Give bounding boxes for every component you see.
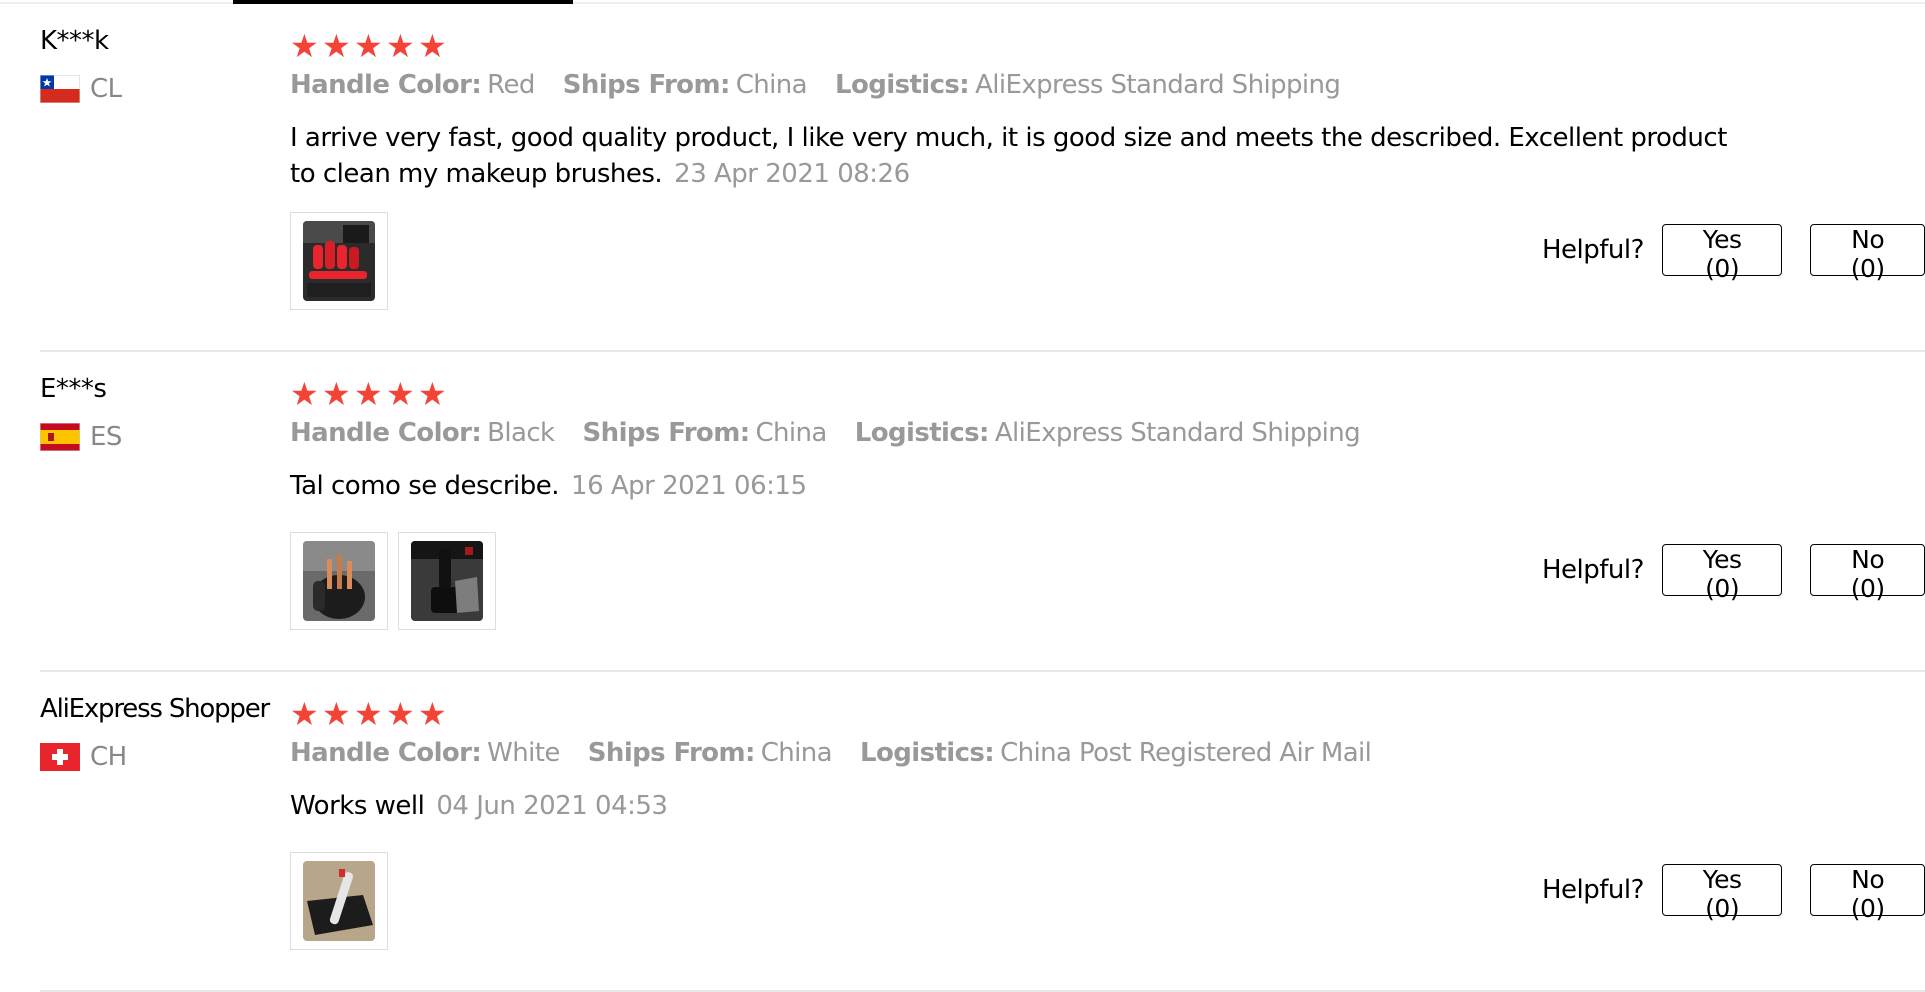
helpful-label: Helpful? [1542,555,1644,585]
star-icon: ★ [386,695,415,733]
helpful-label: Helpful? [1542,875,1644,905]
star-icon: ★ [418,27,447,65]
logistics-prop: Logistics: China Post Registered Air Mail [860,738,1372,768]
helpful-yes-button[interactable]: Yes (0) [1661,224,1783,283]
helpful-voting: Helpful? Yes (0) No (0) [1542,224,1925,283]
handle-color-prop: Handle Color: Red [290,70,535,100]
reviewer-name: E***s [40,374,107,404]
review-item: AliExpress Shopper CH ★ ★ ★ ★ ★ Handle C… [40,672,1925,992]
star-icon: ★ [290,695,319,733]
product-photo-white-device [303,861,375,941]
spain-flag-icon [40,423,80,451]
star-icon: ★ [322,695,351,733]
reviewer-country: ES [40,422,122,452]
chile-flag-icon [40,75,80,103]
helpful-yes-button[interactable]: Yes (0) [1661,864,1783,923]
review-date: 16 Apr 2021 06:15 [571,471,807,501]
helpful-no-button[interactable]: No (0) [1810,544,1925,603]
star-icon: ★ [354,27,383,65]
helpful-voting: Helpful? Yes (0) No (0) [1542,864,1925,923]
review-item: K***k CL ★ ★ ★ ★ ★ Handle Color: Red Ship… [40,4,1925,352]
star-icon: ★ [354,695,383,733]
star-icon: ★ [386,375,415,413]
review-text: Works well 04 Jun 2021 04:53 [290,791,668,821]
review-text: Tal como se describe. 16 Apr 2021 06:15 [290,471,807,501]
helpful-label: Helpful? [1542,235,1644,265]
review-photos [290,532,496,630]
country-code: CH [90,742,127,772]
review-text: I arrive very fast, good quality product… [290,123,1727,189]
review-photo-thumbnail[interactable] [290,212,388,310]
star-icon: ★ [290,375,319,413]
country-code: ES [90,422,122,452]
order-properties: Handle Color: White Ships From: China Logi… [290,738,1372,768]
star-icon: ★ [418,375,447,413]
star-icon: ★ [322,375,351,413]
handle-color-prop: Handle Color: White [290,738,560,768]
star-rating: ★ ★ ★ ★ ★ [290,374,447,414]
star-icon: ★ [290,27,319,65]
ships-from-prop: Ships From: China [562,70,808,100]
logistics-prop: Logistics: AliExpress Standard Shipping [835,70,1341,100]
helpful-voting: Helpful? Yes (0) No (0) [1542,544,1925,603]
review-photos [290,212,388,310]
ships-from-prop: Ships From: China [587,738,833,768]
reviewer-name: K***k [40,26,109,56]
product-photo-black-holder [303,541,375,621]
order-properties: Handle Color: Red Ships From: China Logist… [290,70,1341,100]
star-icon: ★ [418,695,447,733]
switzerland-flag-icon [40,743,80,771]
reviewer-country: CL [40,74,122,104]
product-photo-black-device [411,541,483,621]
star-rating: ★ ★ ★ ★ ★ [290,26,447,66]
review-photo-thumbnail[interactable] [290,532,388,630]
helpful-no-button[interactable]: No (0) [1810,864,1925,923]
review-item: E***s ES ★ ★ ★ ★ ★ Handle Color: Black Sh… [40,352,1925,672]
reviewer-country: CH [40,742,127,772]
review-date: 23 Apr 2021 08:26 [674,159,910,189]
order-properties: Handle Color: Black Ships From: China Logi… [290,418,1361,448]
logistics-prop: Logistics: AliExpress Standard Shipping [854,418,1361,448]
review-photo-thumbnail[interactable] [398,532,496,630]
ships-from-prop: Ships From: China [582,418,828,448]
helpful-no-button[interactable]: No (0) [1810,224,1925,283]
star-icon: ★ [386,27,415,65]
review-photo-thumbnail[interactable] [290,852,388,950]
review-photos [290,852,388,950]
helpful-yes-button[interactable]: Yes (0) [1661,544,1783,603]
star-icon: ★ [354,375,383,413]
product-photo-red-brushes [303,221,375,301]
star-icon: ★ [322,27,351,65]
star-rating: ★ ★ ★ ★ ★ [290,694,447,734]
reviewer-name: AliExpress Shopper [40,694,270,724]
country-code: CL [90,74,122,104]
review-date: 04 Jun 2021 04:53 [436,791,668,821]
handle-color-prop: Handle Color: Black [290,418,555,448]
